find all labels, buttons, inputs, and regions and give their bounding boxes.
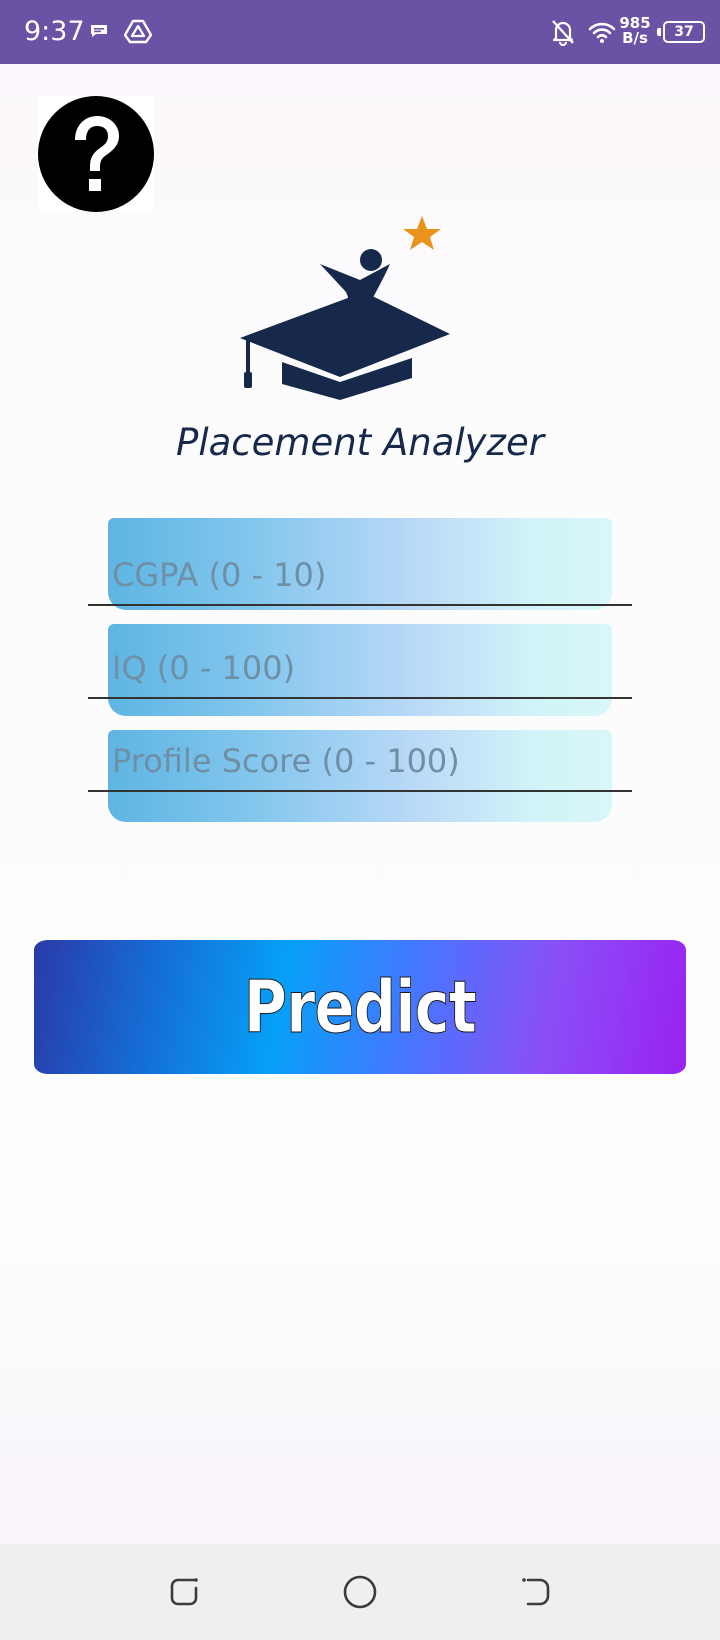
profile-score-input[interactable] — [88, 732, 632, 792]
back-icon — [522, 1578, 550, 1606]
wifi-icon — [588, 22, 616, 43]
predict-button[interactable]: Predict — [34, 940, 686, 1074]
battery-nub — [657, 28, 661, 36]
cgpa-input[interactable] — [88, 546, 632, 606]
network-speed-unit: B/s — [622, 29, 648, 47]
home-button[interactable] — [334, 1566, 386, 1618]
status-time: 9:37 — [24, 16, 85, 47]
recent-apps-icon — [170, 1578, 198, 1606]
network-speed: 985 B/s — [618, 16, 652, 46]
home-icon — [343, 1575, 377, 1609]
app-title: Placement Analyzer — [176, 421, 544, 464]
battery-level: 37 — [674, 24, 694, 40]
battery-icon: 37 — [657, 21, 707, 43]
message-icon — [91, 25, 107, 37]
recent-apps-button[interactable] — [158, 1566, 210, 1618]
question-mark-icon — [38, 96, 154, 212]
iq-input[interactable] — [88, 639, 632, 699]
status-bar: 9:37 985 B/s 37 — [0, 0, 720, 64]
navigation-bar — [0, 1544, 720, 1640]
predict-label: Predict — [243, 965, 477, 1050]
help-button[interactable] — [38, 96, 154, 212]
drive-icon — [124, 19, 152, 44]
graduate-cap-star-icon — [240, 216, 450, 400]
back-button[interactable] — [510, 1566, 562, 1618]
bell-off-icon — [552, 20, 574, 46]
app-logo — [240, 212, 460, 412]
